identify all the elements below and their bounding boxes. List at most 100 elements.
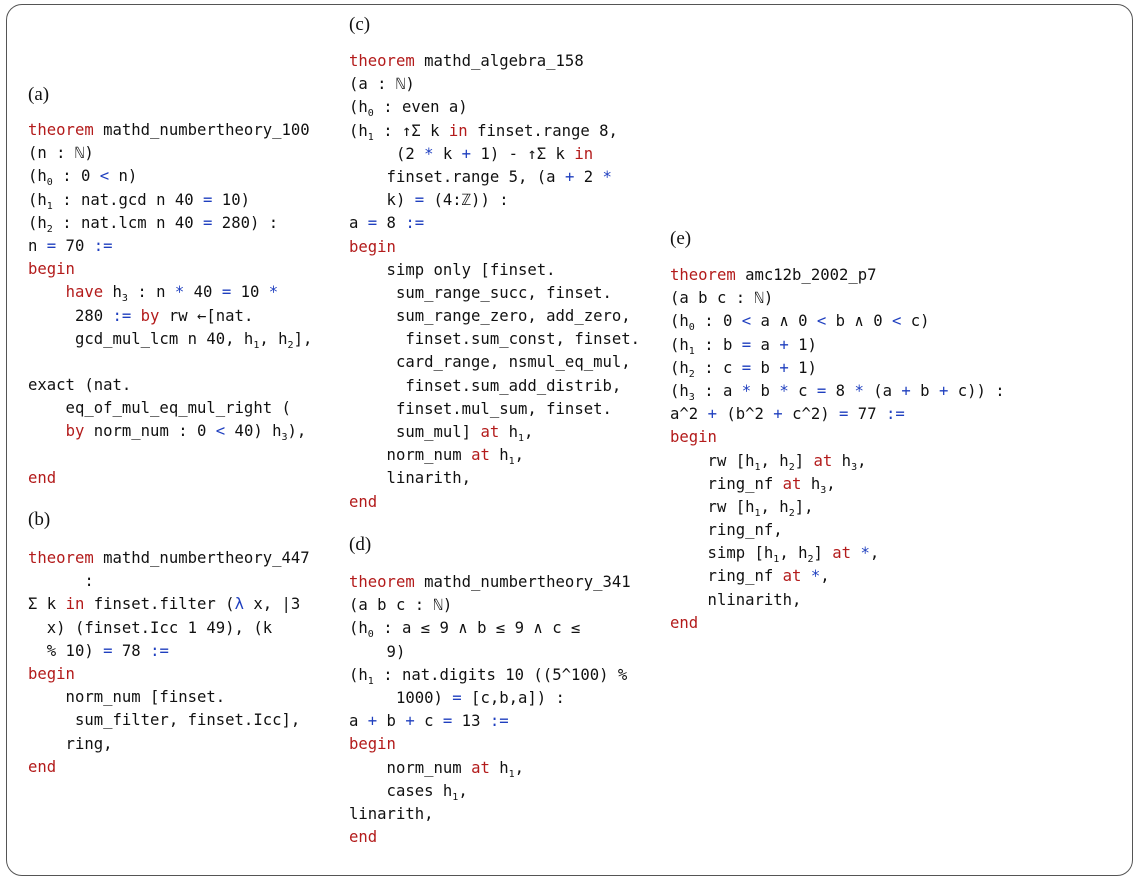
code-text: : 0: [52, 167, 100, 186]
panel-d-code: theorem mathd_numbertheory_341 (a b c : ℕ…: [349, 571, 631, 849]
code-line: a^2 + (b^2 + c^2) = 77 :=: [670, 403, 1005, 426]
code-line: gcd_mul_lcm n 40, h1, h2],: [28, 328, 312, 351]
code-text: rw [h: [670, 451, 755, 470]
code-line: begin: [349, 733, 631, 756]
operator: +: [367, 712, 378, 731]
code-line: begin: [28, 663, 310, 686]
code-text: ring,: [28, 734, 113, 753]
code-text: 13: [452, 712, 490, 731]
code-text: ]: [794, 451, 814, 470]
code-line: (a b c : ℕ): [349, 594, 631, 617]
code-line: end: [349, 826, 631, 849]
keyword: theorem: [670, 266, 736, 284]
code-text: cases h: [349, 781, 453, 800]
code-line: end: [670, 612, 1005, 635]
keyword: in: [65, 595, 85, 614]
code-line: simp [h1, h2] at *,: [670, 542, 1005, 565]
code-text: (4:ℤ)) :: [424, 191, 509, 210]
code-text: c: [414, 712, 443, 731]
code-text: 70: [56, 236, 94, 255]
code-line: ring,: [28, 733, 310, 756]
code-text: c): [901, 312, 930, 331]
code-text: rw ←[nat.: [159, 306, 254, 325]
code-line: end: [349, 491, 640, 514]
code-line: finset.sum_const, finset.: [349, 328, 640, 351]
code-text: : a: [694, 381, 742, 400]
code-text: (a: [863, 381, 902, 400]
operator: :=: [405, 214, 425, 233]
code-text: % 10): [28, 641, 104, 660]
code-text: 77: [848, 405, 886, 424]
code-text: (h: [28, 190, 47, 209]
code-text: 280) :: [212, 213, 279, 232]
operator: :=: [150, 641, 169, 660]
code-line: theorem mathd_numbertheory_447: [28, 547, 310, 570]
code-text: 10: [231, 283, 269, 302]
operator: *: [268, 283, 279, 302]
code-text: , h: [760, 497, 789, 516]
code-text: (h: [28, 167, 47, 186]
code-text: ],: [293, 329, 313, 348]
code-text: ,: [857, 451, 867, 470]
code-text: mathd_algebra_158: [414, 52, 584, 70]
keyword: begin: [349, 237, 396, 256]
code-text: n: [28, 236, 47, 255]
code-line: (h1 : ↑Σ k in finset.range 8,: [349, 120, 640, 143]
code-text: simp [h: [670, 544, 774, 563]
code-text: : b: [694, 335, 742, 354]
operator: *: [602, 167, 612, 186]
operator: :=: [112, 306, 132, 325]
code-line: norm_num at h1,: [349, 757, 631, 780]
code-text: 2: [574, 167, 603, 186]
code-text: mathd_numbertheory_447: [93, 549, 310, 567]
operator: :=: [885, 405, 905, 424]
operator: =: [221, 283, 232, 302]
operator: λ: [234, 595, 244, 614]
keyword: begin: [349, 735, 396, 754]
code-text: ,: [869, 544, 880, 563]
code-text: 1000): [349, 688, 453, 707]
code-text: h: [489, 758, 509, 777]
operator: +: [779, 358, 789, 377]
code-text: : 0: [694, 312, 742, 331]
operator: *: [860, 544, 870, 563]
code-text: a: [349, 214, 368, 233]
code-text: a^2: [670, 405, 708, 424]
code-line: sum_range_succ, finset.: [349, 282, 640, 305]
operator: <: [215, 422, 226, 441]
code-text: norm_num: [349, 758, 472, 777]
code-text: x, |3: [243, 595, 301, 614]
code-text: [c,b,a]) :: [461, 688, 565, 707]
code-text: norm_num : 0: [84, 422, 216, 441]
code-text: x) (finset.Icc 1 49), (k: [28, 618, 273, 637]
code-text: (h: [670, 335, 689, 354]
code-line: (h0 : even a): [349, 96, 640, 119]
code-line: end: [28, 467, 312, 490]
code-text: 9): [349, 642, 406, 661]
code-text: (h: [670, 381, 689, 400]
operator: *: [779, 381, 789, 400]
code-text: 40) h: [225, 422, 282, 441]
keyword: at: [782, 567, 802, 586]
code-text: Σ k: [28, 595, 66, 614]
code-line: sum_range_zero, add_zero,: [349, 305, 640, 328]
keyword: end: [349, 828, 378, 847]
code-text: 1) - ↑Σ k: [471, 144, 575, 163]
operator: =: [741, 335, 752, 354]
operator: =: [414, 191, 425, 210]
code-text: h: [801, 474, 821, 493]
keyword: end: [28, 757, 57, 776]
code-text: (h: [670, 312, 689, 331]
keyword: end: [28, 468, 57, 487]
code-text: rw [h: [670, 497, 755, 516]
keyword: end: [670, 613, 699, 632]
code-text: (h: [349, 619, 368, 638]
operator: =: [442, 712, 453, 731]
code-text: : n: [127, 283, 175, 302]
code-line: simp only [finset.: [349, 259, 640, 282]
code-line: begin: [28, 258, 312, 281]
code-text: ]: [813, 544, 833, 563]
code-text: norm_num: [349, 446, 472, 465]
code-line: (h3 : a * b * c = 8 * (a + b + c)) :: [670, 380, 1005, 403]
